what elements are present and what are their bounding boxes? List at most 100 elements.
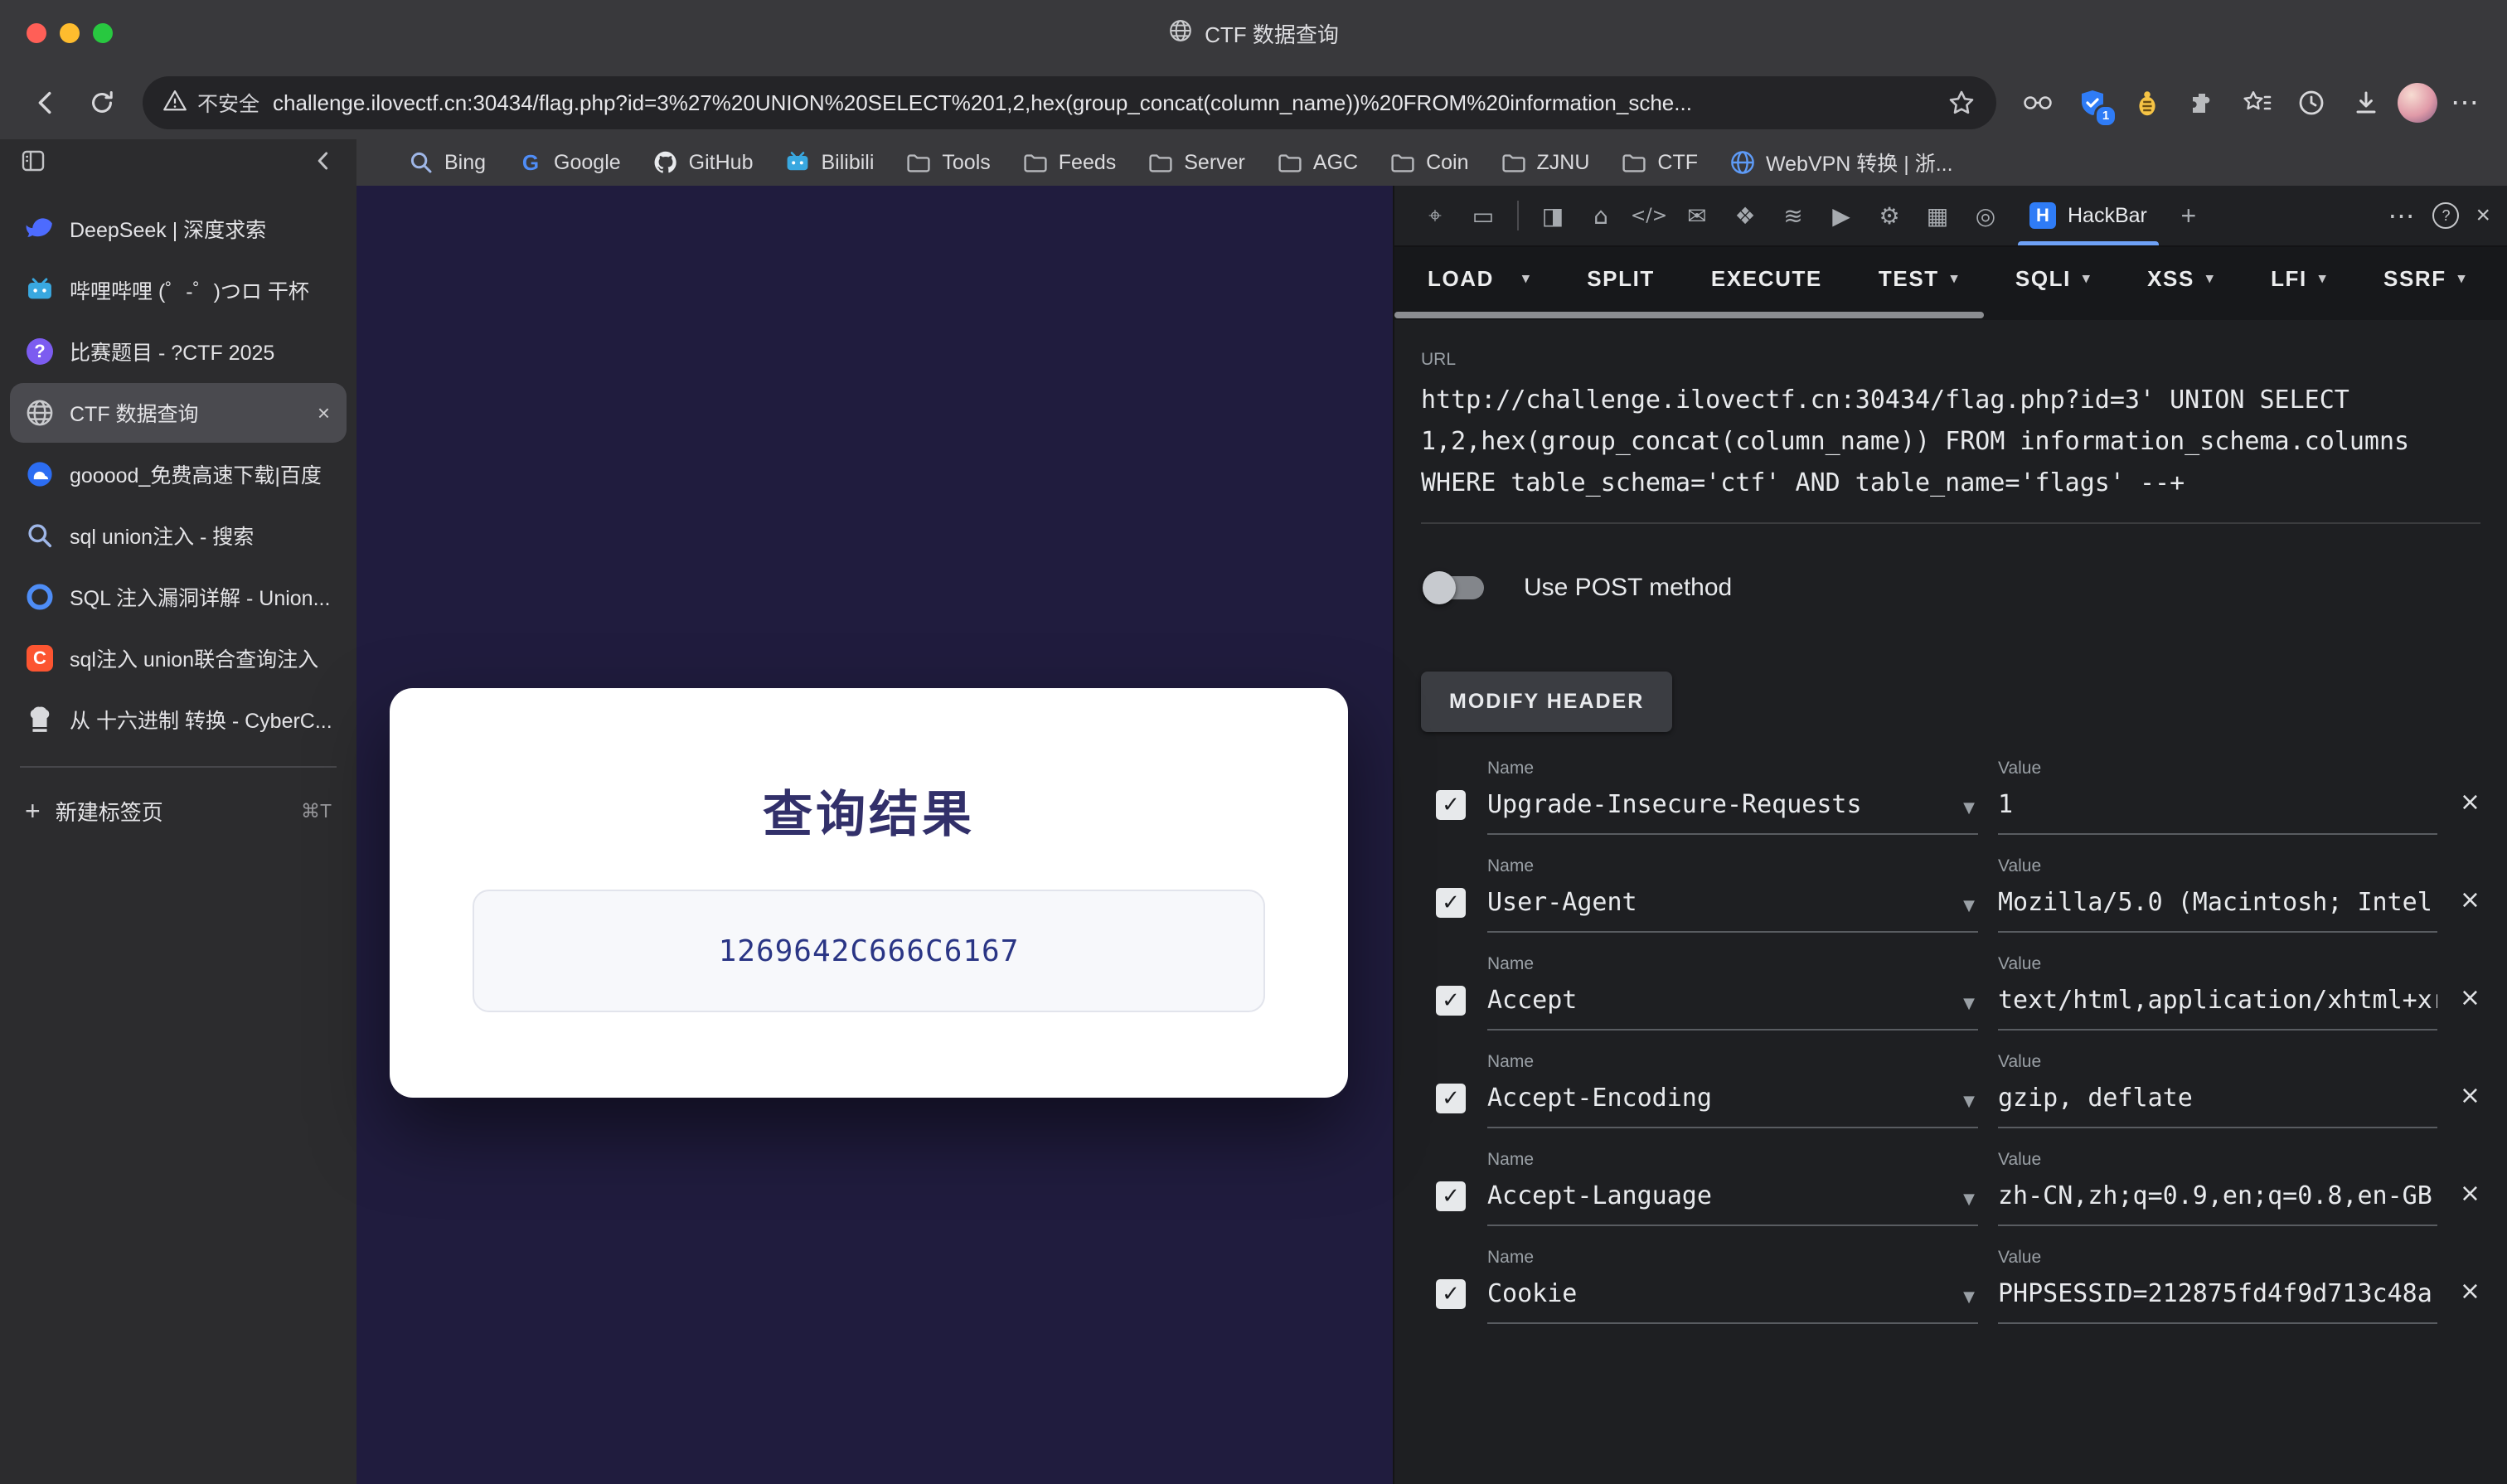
remove-header-button[interactable]: ×: [2460, 1179, 2480, 1208]
memory-icon[interactable]: ◎: [1961, 186, 2010, 245]
glasses-extension-icon[interactable]: [2016, 81, 2059, 124]
back-button[interactable]: [20, 80, 66, 126]
bee-extension-icon[interactable]: [2126, 81, 2169, 124]
bookmark-item[interactable]: Bing: [408, 149, 486, 176]
header-value-input[interactable]: ValuePHPSESSID=212875fd4f9d713c48a: [1998, 1248, 2437, 1324]
sidebar-tab[interactable]: sql union注入 - 搜索: [10, 506, 347, 565]
settings-icon[interactable]: ⚙: [1865, 186, 1913, 245]
modify-header-button[interactable]: MODIFY HEADER: [1421, 672, 1672, 732]
bookmark-item[interactable]: ZJNU: [1501, 149, 1590, 176]
hackbar-menu-scrollbar[interactable]: [1394, 312, 1984, 318]
bookmark-item[interactable]: CTF: [1621, 149, 1698, 176]
hackbar-menu-ssrf[interactable]: SSRF▾: [2383, 266, 2466, 292]
toolbar-extension-icons: 1: [2016, 81, 2388, 124]
header-name-select[interactable]: NameAccept-Encoding▼: [1487, 1052, 1978, 1128]
network-conditions-icon[interactable]: ≋: [1769, 186, 1817, 245]
close-tab-icon[interactable]: ×: [316, 400, 332, 426]
favorites-icon[interactable]: [2235, 81, 2278, 124]
bookmark-item[interactable]: Tools: [905, 149, 990, 176]
header-value-input[interactable]: Valuegzip, deflate: [1998, 1052, 2437, 1128]
sidebar-tab[interactable]: 哔哩哔哩 (゜-゜)つロ 干杯: [10, 260, 347, 320]
devtools-help-button[interactable]: ?: [2432, 202, 2459, 229]
home-icon[interactable]: ⌂: [1577, 186, 1625, 245]
header-name-select[interactable]: NameCookie▼: [1487, 1248, 1978, 1324]
devtools-more-button[interactable]: ⋯: [2388, 200, 2416, 231]
hackbar-menu-execute[interactable]: EXECUTE: [1711, 266, 1822, 292]
zoom-window-button[interactable]: [93, 23, 113, 43]
remove-header-button[interactable]: ×: [2460, 1277, 2480, 1306]
sidebar-tab-active[interactable]: CTF 数据查询×: [10, 383, 347, 443]
sidebar-tab[interactable]: ?比赛题目 - ?CTF 2025: [10, 322, 347, 381]
history-icon[interactable]: [2290, 81, 2333, 124]
header-name-select[interactable]: NameAccept-Language▼: [1487, 1150, 1978, 1226]
menu-label: SPLIT: [1587, 266, 1655, 292]
hackbar-menu-test[interactable]: TEST▾: [1879, 266, 1959, 292]
sidebar-tab[interactable]: 从 十六进制 转换 - CyberC...: [10, 690, 347, 749]
adblock-shield-icon[interactable]: 1: [2071, 81, 2114, 124]
remove-header-button[interactable]: ×: [2460, 1081, 2480, 1110]
profile-avatar[interactable]: [2398, 83, 2437, 123]
collapse-sidebar-icon[interactable]: [310, 148, 337, 181]
remove-header-button[interactable]: ×: [2460, 788, 2480, 817]
bookmark-item[interactable]: WebVPN 转换 | 浙...: [1729, 148, 1953, 177]
sidebar-tab[interactable]: gooood_免费高速下载|百度: [10, 444, 347, 504]
url-text[interactable]: challenge.ilovectf.cn:30434/flag.php?id=…: [273, 90, 1933, 116]
header-enabled-checkbox[interactable]: ✓: [1436, 888, 1466, 918]
inspect-icon[interactable]: ⌖: [1411, 186, 1459, 245]
header-value-input[interactable]: ValueMozilla/5.0 (Macintosh; Intel: [1998, 856, 2437, 933]
new-tab-button[interactable]: + 新建标签页 ⌘T: [0, 783, 356, 839]
extensions-puzzle-icon[interactable]: [2180, 81, 2223, 124]
console-icon[interactable]: ✉: [1673, 186, 1721, 245]
header-enabled-checkbox[interactable]: ✓: [1436, 986, 1466, 1016]
hackbar-menu-load-dropdown[interactable]: ▾: [1511, 270, 1530, 287]
reload-button[interactable]: [76, 80, 123, 126]
sidebar-tab[interactable]: SQL 注入漏洞详解 - Union...: [10, 567, 347, 627]
sources-icon[interactable]: </>: [1625, 186, 1673, 245]
debugger-icon[interactable]: ❖: [1721, 186, 1769, 245]
bookmark-item[interactable]: GitHub: [652, 149, 754, 176]
hackbar-menu-xss[interactable]: XSS▾: [2147, 266, 2214, 292]
header-value-input[interactable]: Valuetext/html,application/xhtml+xr: [1998, 954, 2437, 1031]
close-window-button[interactable]: [27, 23, 46, 43]
device-toolbar-icon[interactable]: ▭: [1459, 186, 1507, 245]
bookmark-item[interactable]: Bilibili: [784, 149, 874, 176]
bookmark-item[interactable]: GGoogle: [517, 149, 621, 176]
header-enabled-checkbox[interactable]: ✓: [1436, 1084, 1466, 1113]
hackbar-menu-load[interactable]: LOAD: [1428, 266, 1494, 292]
header-value-input[interactable]: Valuezh-CN,zh;q=0.9,en;q=0.8,en-GB: [1998, 1150, 2437, 1226]
address-bar[interactable]: 不安全 challenge.ilovectf.cn:30434/flag.php…: [143, 76, 1996, 129]
sidebar-tab[interactable]: Csql注入 union联合查询注入: [10, 628, 347, 688]
header-name-select[interactable]: NameUpgrade-Insecure-Requests▼: [1487, 759, 1978, 835]
post-method-toggle[interactable]: [1428, 576, 1484, 599]
vertical-tabs-icon[interactable]: [20, 148, 46, 181]
remove-header-button[interactable]: ×: [2460, 983, 2480, 1012]
security-indicator[interactable]: 不安全: [162, 88, 259, 119]
browser-menu-button[interactable]: ⋯: [2447, 86, 2484, 119]
application-icon[interactable]: ▦: [1913, 186, 1961, 245]
bookmark-item[interactable]: Coin: [1389, 149, 1468, 176]
chevron-down-icon: ▾: [2319, 270, 2327, 287]
bookmark-item[interactable]: Feeds: [1022, 149, 1116, 176]
tab-hackbar[interactable]: H HackBar: [2010, 186, 2167, 245]
header-name-select[interactable]: NameAccept▼: [1487, 954, 1978, 1031]
header-name-select[interactable]: NameUser-Agent▼: [1487, 856, 1978, 933]
header-value-input[interactable]: Value1: [1998, 759, 2437, 835]
dock-side-icon[interactable]: ◨: [1529, 186, 1577, 245]
hackbar-menu-sqli[interactable]: SQLI▾: [2015, 266, 2091, 292]
payload-textarea[interactable]: http://challenge.ilovectf.cn:30434/flag.…: [1421, 380, 2480, 524]
add-devtools-tab-button[interactable]: +: [2167, 201, 2210, 231]
performance-icon[interactable]: ▶: [1817, 186, 1865, 245]
remove-header-button[interactable]: ×: [2460, 885, 2480, 914]
bookmark-item[interactable]: AGC: [1277, 149, 1358, 176]
header-enabled-checkbox[interactable]: ✓: [1436, 790, 1466, 820]
header-enabled-checkbox[interactable]: ✓: [1436, 1181, 1466, 1211]
sidebar-tab[interactable]: DeepSeek | 深度求索: [10, 199, 347, 259]
hackbar-menu-split[interactable]: SPLIT: [1587, 266, 1655, 292]
hackbar-menu-lfi[interactable]: LFI▾: [2271, 266, 2327, 292]
favorite-star-icon[interactable]: [1947, 88, 1976, 118]
header-enabled-checkbox[interactable]: ✓: [1436, 1279, 1466, 1309]
bookmark-item[interactable]: Server: [1147, 149, 1245, 176]
devtools-close-button[interactable]: ×: [2475, 201, 2490, 230]
downloads-icon[interactable]: [2345, 81, 2388, 124]
minimize-window-button[interactable]: [60, 23, 80, 43]
